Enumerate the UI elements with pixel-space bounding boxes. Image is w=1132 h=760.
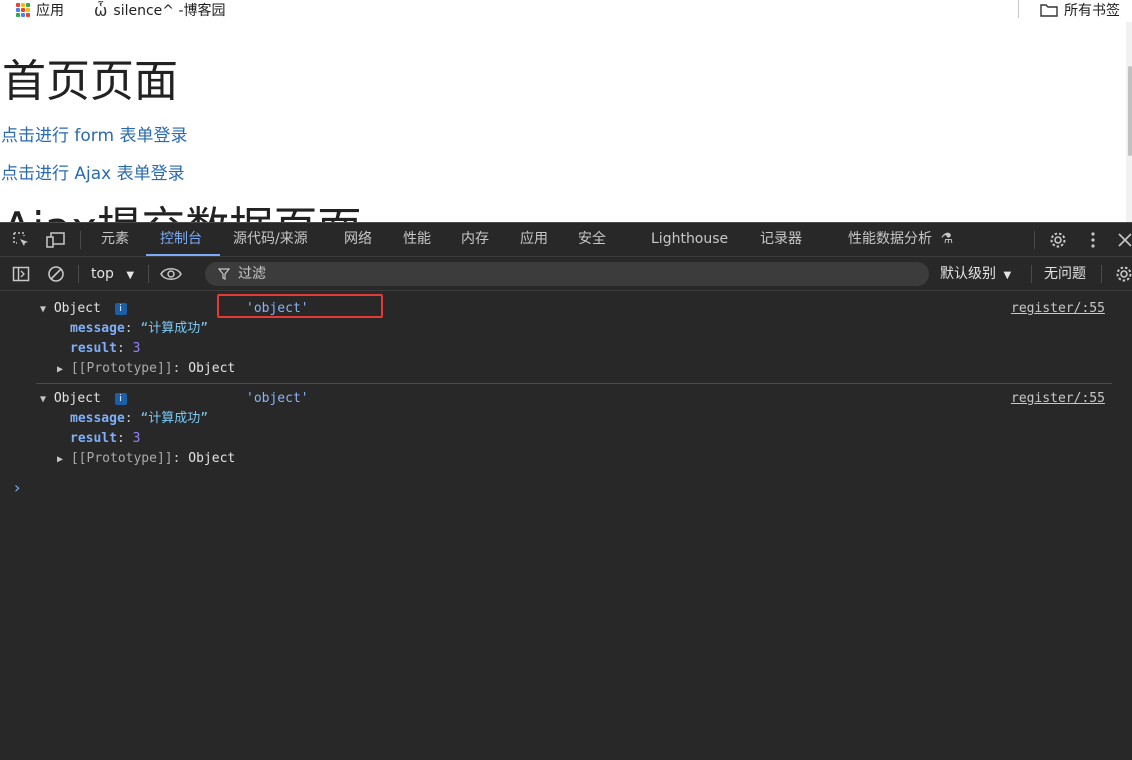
clear-console-icon[interactable] <box>45 263 67 285</box>
context-selector[interactable]: top ▼ <box>91 257 134 291</box>
source-link[interactable]: register/:55 <box>1011 299 1105 319</box>
expand-triangle-icon[interactable]: ▼ <box>40 394 46 405</box>
device-toolbar-icon[interactable] <box>45 229 67 251</box>
page-heading: 首页页面 <box>2 56 178 107</box>
bookmarks-divider <box>1018 0 1019 18</box>
page-scrollbar[interactable] <box>1126 22 1132 222</box>
prototype-label: [[Prototype]] <box>70 361 173 376</box>
tab-network[interactable]: 网络 <box>344 223 372 256</box>
tab-memory[interactable]: 内存 <box>461 223 489 256</box>
page-content: 首页页面 点击进行 form 表单登录 点击进行 Ajax 表单登录 Ajax提… <box>0 22 1132 222</box>
page-scrollbar-thumb[interactable] <box>1128 66 1132 156</box>
close-icon[interactable] <box>1114 229 1132 251</box>
bookmarks-bar: 应用 ὧ silence^ -博客园 所有书签 <box>0 0 1132 22</box>
expand-triangle-icon[interactable]: ▼ <box>40 304 46 315</box>
bookmark-site[interactable]: ὧ silence^ -博客园 <box>94 0 226 20</box>
tab-elements[interactable]: 元素 <box>101 223 129 256</box>
tabbar-divider-right <box>1034 231 1035 249</box>
prototype-row[interactable]: ▶ [[Prototype]]: Object <box>57 359 235 379</box>
devtools-panel: 元素 控制台 源代码/来源 网络 性能 内存 应用 安全 Lighthouse … <box>0 222 1132 760</box>
object-label: Object <box>53 301 101 316</box>
log-level-label: 默认级别 <box>940 266 996 282</box>
prototype-value: Object <box>188 451 236 466</box>
sidebar-toggle-icon[interactable] <box>10 263 32 285</box>
apps-grid-icon <box>16 3 30 17</box>
chevron-down-icon: ▼ <box>1003 270 1012 281</box>
gear-icon[interactable] <box>1047 229 1069 251</box>
tabbar-divider <box>80 231 81 249</box>
tab-application[interactable]: 应用 <box>520 223 548 256</box>
prototype-row[interactable]: ▶ [[Prototype]]: Object <box>57 449 235 469</box>
filter-icon <box>218 268 230 280</box>
tab-performance-insights-label: 性能数据分析 <box>848 231 932 247</box>
more-options-icon[interactable] <box>1082 229 1104 251</box>
tab-recorder[interactable]: 记录器 <box>760 223 802 256</box>
info-icon[interactable]: i <box>114 302 127 315</box>
console-settings-gear-icon[interactable] <box>1113 263 1132 285</box>
console-entry-1-header[interactable]: ▼ Object i <box>40 299 127 319</box>
info-icon[interactable]: i <box>114 392 127 405</box>
ajax-login-link[interactable]: 点击进行 Ajax 表单登录 <box>1 159 185 184</box>
bookmark-site-label: silence^ -博客园 <box>113 3 226 19</box>
issues-button[interactable]: 无问题 <box>1044 257 1086 291</box>
collapse-triangle-icon[interactable]: ▶ <box>57 454 63 465</box>
annotation-highlight-box <box>217 294 383 318</box>
tab-lighthouse[interactable]: Lighthouse <box>651 223 728 256</box>
console-entry-2-header[interactable]: ▼ Object i <box>40 389 127 409</box>
toolbar-divider-3 <box>1031 265 1032 283</box>
inspect-element-icon[interactable] <box>10 229 32 251</box>
context-label: top <box>91 266 114 282</box>
tab-security[interactable]: 安全 <box>578 223 606 256</box>
flask-icon: ⚗ <box>940 231 954 247</box>
tab-sources[interactable]: 源代码/来源 <box>233 223 308 256</box>
console-prompt[interactable]: › <box>14 478 20 497</box>
site-favicon-icon: ὧ <box>94 0 108 20</box>
prototype-value: Object <box>188 361 236 376</box>
filter-box <box>205 262 929 286</box>
form-login-link[interactable]: 点击进行 form 表单登录 <box>1 121 187 146</box>
filter-input[interactable] <box>236 265 920 283</box>
toolbar-divider <box>78 265 79 283</box>
toolbar-divider-4 <box>1101 265 1102 283</box>
chevron-down-icon: ▼ <box>126 270 135 281</box>
console-toolbar: top ▼ 默认级别 ▼ 无问题 <box>0 257 1132 291</box>
all-bookmarks-button[interactable]: 所有书签 <box>1040 0 1120 20</box>
object-label: Object <box>53 391 101 406</box>
eye-icon[interactable] <box>160 263 182 285</box>
source-link[interactable]: register/:55 <box>1011 389 1105 409</box>
toolbar-divider-2 <box>148 265 149 283</box>
page-heading-2: Ajax提交数据页面 <box>2 203 361 222</box>
bookmark-apps[interactable]: 应用 <box>16 0 64 20</box>
tab-performance-insights[interactable]: 性能数据分析 ⚗ <box>848 223 953 256</box>
folder-icon <box>1040 4 1058 17</box>
prototype-label: [[Prototype]] <box>70 451 173 466</box>
tab-console[interactable]: 控制台 <box>160 223 202 256</box>
tab-performance[interactable]: 性能 <box>403 223 431 256</box>
all-bookmarks-label: 所有书签 <box>1064 3 1120 19</box>
bookmark-apps-label: 应用 <box>36 3 64 19</box>
devtools-tabbar: 元素 控制台 源代码/来源 网络 性能 内存 应用 安全 Lighthouse … <box>0 223 1132 257</box>
active-tab-indicator <box>146 254 220 256</box>
log-level-selector[interactable]: 默认级别 ▼ <box>940 257 1011 291</box>
collapse-triangle-icon[interactable]: ▶ <box>57 364 63 375</box>
